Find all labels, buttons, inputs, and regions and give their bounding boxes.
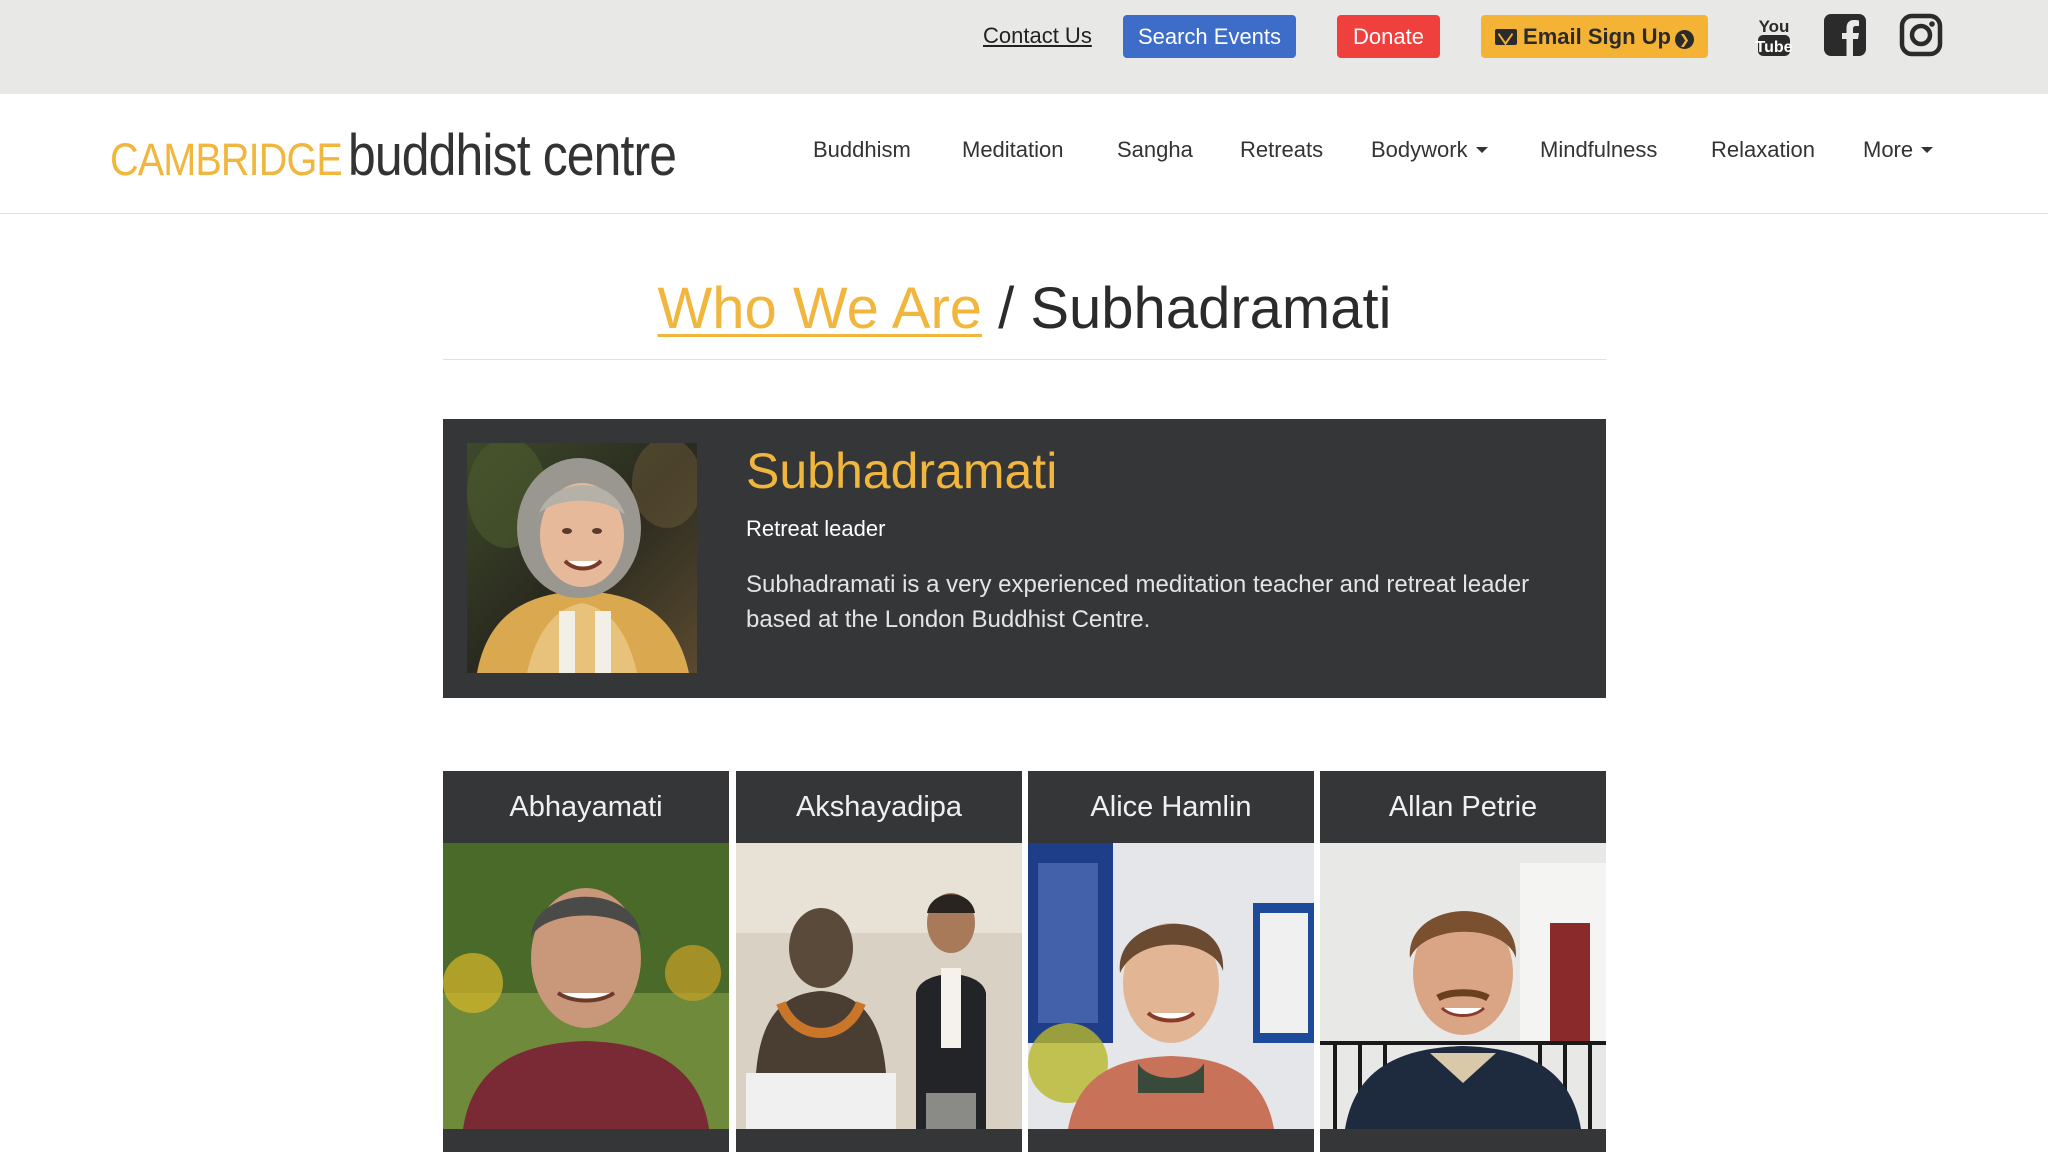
member-photo	[1320, 843, 1606, 1129]
caret-down-icon	[1921, 147, 1934, 153]
donate-button[interactable]: Donate	[1337, 15, 1440, 58]
breadcrumb-current: Subhadramati	[1030, 276, 1392, 341]
page-title: Who We Are / Subhadramati	[443, 268, 1606, 350]
nav-sangha[interactable]: Sangha	[1117, 136, 1193, 164]
site-logo[interactable]: CAMBRIDGEbuddhist centre	[110, 122, 729, 188]
member-foot	[1320, 1129, 1606, 1152]
envelope-icon	[1495, 29, 1518, 45]
profile-bio: Subhadramati is a very experienced medit…	[746, 571, 1530, 633]
nav-bodywork-label: Bodywork	[1371, 137, 1468, 162]
member-name: Abhayamati	[509, 791, 663, 823]
member-photo	[736, 843, 1022, 1129]
member-foot	[443, 1129, 729, 1152]
nav-buddhism[interactable]: Buddhism	[813, 136, 911, 164]
email-signup-button[interactable]: Email Sign Up ❯	[1481, 15, 1708, 58]
caret-down-icon	[1475, 147, 1488, 153]
nav-meditation[interactable]: Meditation	[962, 136, 1064, 164]
profile-role: Retreat leader	[746, 516, 886, 541]
nav-mindfulness[interactable]: Mindfulness	[1540, 136, 1657, 164]
utility-bar: Contact Us Search Events Donate Email Si…	[0, 0, 2048, 94]
logo-buddhist-centre-text: buddhist centre	[347, 123, 677, 188]
profile-card: Subhadramati Retreat leader Subhadramati…	[443, 419, 1606, 698]
heading-divider	[443, 359, 1606, 360]
nav-retreats[interactable]: Retreats	[1240, 136, 1323, 164]
email-signup-label: Email Sign Up	[1523, 24, 1671, 49]
member-name: Allan Petrie	[1388, 791, 1538, 823]
member-name: Alice Hamlin	[1090, 791, 1252, 823]
breadcrumb-who-we-are[interactable]: Who We Are	[658, 276, 983, 341]
instagram-icon[interactable]	[1899, 12, 1943, 58]
youtube-icon[interactable]: You Tube	[1752, 12, 1796, 58]
member-foot	[736, 1129, 1022, 1152]
main-navbar: CAMBRIDGEbuddhist centre Buddhism Medita…	[0, 94, 2048, 214]
nav-bodywork[interactable]: Bodywork	[1371, 136, 1488, 164]
member-foot	[1028, 1129, 1314, 1152]
profile-photo	[467, 443, 697, 673]
logo-cambridge-text: CAMBRIDGE	[110, 134, 343, 185]
svg-text:Tube: Tube	[1755, 39, 1792, 56]
contact-us-link[interactable]: Contact Us	[983, 22, 1092, 50]
nav-relaxation[interactable]: Relaxation	[1711, 136, 1815, 164]
member-photo	[443, 843, 729, 1129]
search-events-button[interactable]: Search Events	[1123, 15, 1296, 58]
member-name: Akshayadipa	[795, 791, 963, 823]
breadcrumb-separator: /	[982, 276, 1031, 341]
member-card-abhayamati[interactable]: Abhayamati	[443, 771, 729, 1152]
member-card-akshayadipa[interactable]: Akshayadipa	[736, 771, 1022, 1152]
member-photo	[1028, 843, 1314, 1129]
facebook-icon[interactable]	[1823, 12, 1867, 58]
nav-more-label: More	[1863, 137, 1914, 162]
member-card-allan-petrie[interactable]: Allan Petrie	[1320, 771, 1606, 1152]
chevron-right-circle-icon: ❯	[1674, 30, 1694, 49]
profile-name: Subhadramati	[746, 443, 1058, 499]
member-card-alice-hamlin[interactable]: Alice Hamlin	[1028, 771, 1314, 1152]
svg-text:You: You	[1759, 17, 1790, 36]
nav-more[interactable]: More	[1863, 136, 1934, 164]
